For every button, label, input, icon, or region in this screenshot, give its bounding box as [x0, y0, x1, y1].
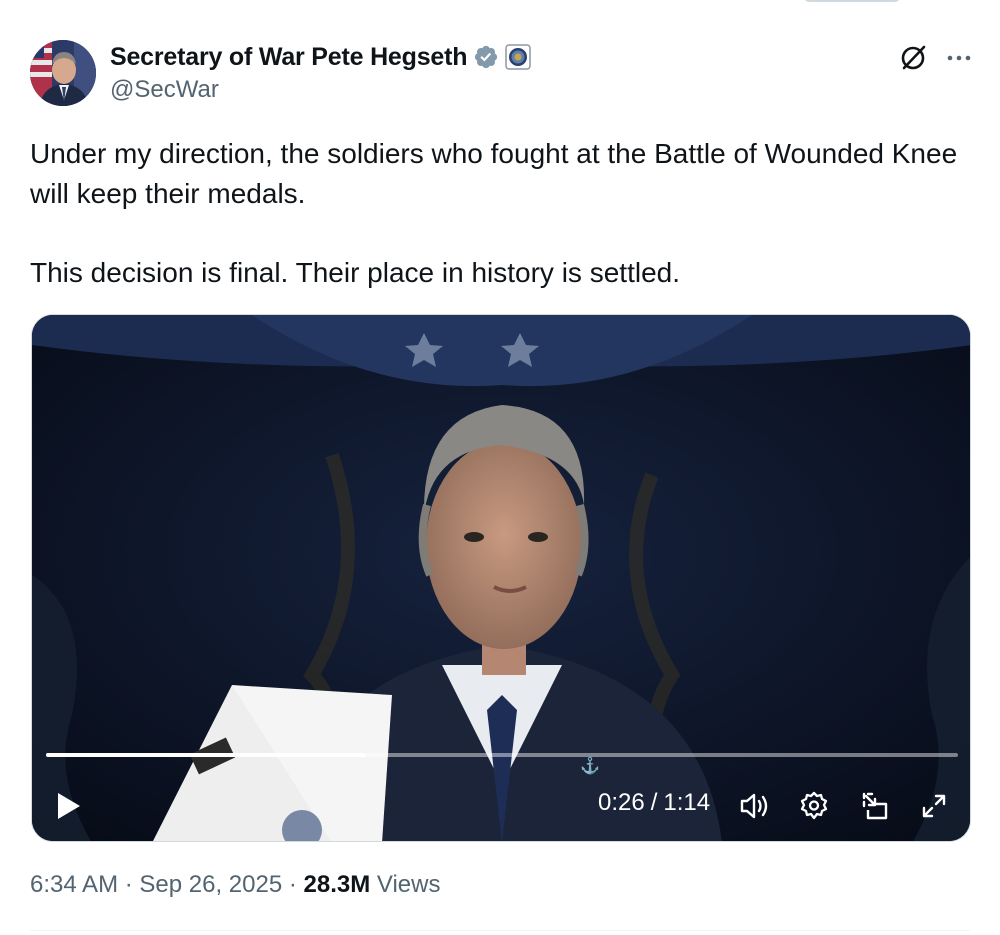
current-time: 0:26 — [598, 789, 645, 816]
video-player[interactable]: ⚓ 0:26 / 1:14 — [31, 314, 971, 842]
tweet-text: Under my direction, the soldiers who fou… — [30, 134, 970, 293]
tweet-paragraph-2: This decision is final. Their place in h… — [30, 257, 680, 288]
settings-icon[interactable] — [796, 788, 832, 824]
picture-in-picture-icon[interactable] — [858, 788, 894, 824]
profile-avatar[interactable] — [30, 40, 96, 106]
divider — [30, 930, 970, 931]
tweet-header: Secretary of War Pete Hegseth @SecWar — [30, 38, 973, 108]
fullscreen-icon[interactable] — [916, 788, 952, 824]
video-frame: ⚓ — [32, 315, 970, 841]
views-count: 28.3M — [303, 871, 371, 898]
grok-icon[interactable] — [898, 43, 928, 73]
volume-icon[interactable] — [736, 788, 772, 824]
lapel-pin-icon: ⚓ — [580, 756, 600, 775]
video-time-readout: 0:26 / 1:14 — [598, 789, 710, 817]
name-row: Secretary of War Pete Hegseth — [110, 42, 532, 72]
department-seal-icon[interactable] — [505, 44, 532, 70]
more-options-icon[interactable] — [945, 44, 973, 72]
verified-badge-icon[interactable] — [473, 44, 499, 70]
post-date[interactable]: Sep 26, 2025 — [139, 871, 282, 898]
duration: 1:14 — [663, 789, 711, 816]
meta-separator: · — [282, 871, 304, 898]
play-icon[interactable] — [54, 789, 84, 823]
post-time[interactable]: 6:34 AM — [30, 871, 118, 898]
video-progress-bar[interactable] — [46, 753, 958, 757]
meta-separator: · — [118, 871, 140, 898]
avatar-image — [30, 40, 96, 106]
top-pill-button[interactable] — [802, 0, 902, 2]
author-handle[interactable]: @SecWar — [110, 76, 219, 104]
time-separator: / — [650, 789, 658, 816]
display-name[interactable]: Secretary of War Pete Hegseth — [110, 43, 468, 72]
views-label: Views — [370, 871, 441, 898]
video-progress-fill — [46, 753, 367, 757]
tweet-meta: 6:34 AM · Sep 26, 2025 · 28.3M Views — [30, 871, 440, 899]
tweet-paragraph-1: Under my direction, the soldiers who fou… — [30, 138, 958, 209]
